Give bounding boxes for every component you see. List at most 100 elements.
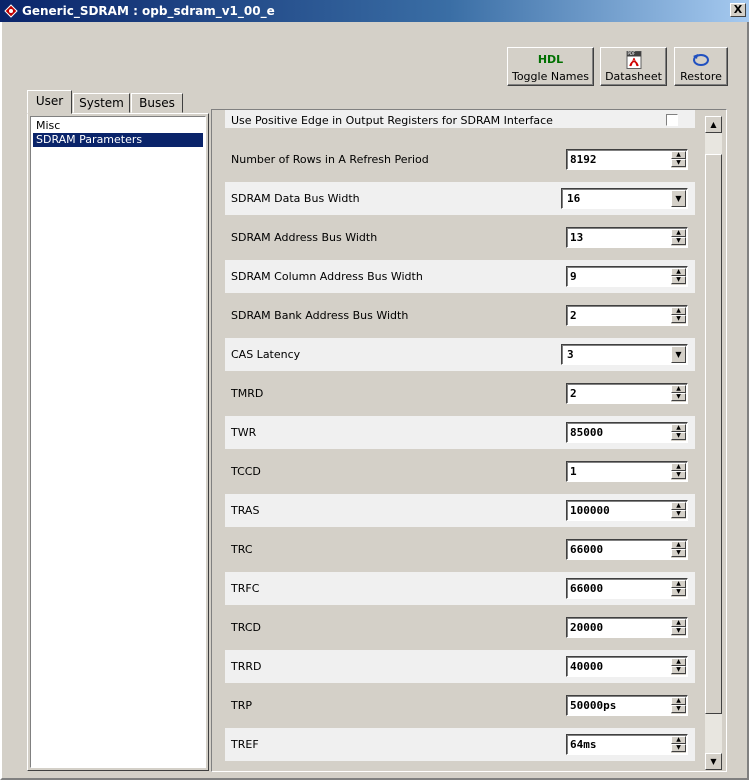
spinbox-arrows[interactable]: ▲ ▼ xyxy=(671,463,686,480)
param-label: SDRAM Address Bus Width xyxy=(231,231,378,244)
spinbox-arrows[interactable]: ▲ ▼ xyxy=(671,697,686,714)
spinbox-arrows[interactable]: ▲ ▼ xyxy=(671,502,686,519)
category-item-misc[interactable]: Misc xyxy=(33,119,203,133)
data-bus-width-select[interactable]: 16 ▼ xyxy=(561,188,688,209)
trfc-spinbox[interactable]: 66000 ▲ ▼ xyxy=(566,578,688,599)
tccd-spinbox[interactable]: 1 ▲ ▼ xyxy=(566,461,688,482)
tab-system[interactable]: System xyxy=(73,93,130,113)
hdl-icon: HDL xyxy=(537,53,564,66)
spin-up-icon[interactable]: ▲ xyxy=(671,658,686,666)
spin-up-icon[interactable]: ▲ xyxy=(671,463,686,471)
spin-down-icon[interactable]: ▼ xyxy=(671,393,686,401)
spinbox-value: 2 xyxy=(570,309,577,322)
tab-buses[interactable]: Buses xyxy=(131,93,183,113)
spin-down-icon[interactable]: ▼ xyxy=(671,627,686,635)
spin-down-icon[interactable]: ▼ xyxy=(671,549,686,557)
column-address-width-spinbox[interactable]: 9 ▲ ▼ xyxy=(566,266,688,287)
trcd-spinbox[interactable]: 20000 ▲ ▼ xyxy=(566,617,688,638)
spinbox-value: 9 xyxy=(570,270,577,283)
spinbox-arrows[interactable]: ▲ ▼ xyxy=(671,385,686,402)
trrd-spinbox[interactable]: 40000 ▲ ▼ xyxy=(566,656,688,677)
param-label: TRP xyxy=(231,699,252,712)
positive-edge-checkbox[interactable] xyxy=(666,114,678,126)
spin-up-icon[interactable]: ▲ xyxy=(671,385,686,393)
param-label: TRRD xyxy=(231,660,262,673)
spin-up-icon[interactable]: ▲ xyxy=(671,541,686,549)
spin-up-icon[interactable]: ▲ xyxy=(671,697,686,705)
toggle-names-button[interactable]: HDL Toggle Names xyxy=(507,47,594,86)
address-bus-width-spinbox[interactable]: 13 ▲ ▼ xyxy=(566,227,688,248)
spinbox-value: 2 xyxy=(570,387,577,400)
spinbox-arrows[interactable]: ▲ ▼ xyxy=(671,736,686,753)
spin-up-icon[interactable]: ▲ xyxy=(671,424,686,432)
spin-down-icon[interactable]: ▼ xyxy=(671,432,686,440)
spinbox-arrows[interactable]: ▲ ▼ xyxy=(671,424,686,441)
spin-down-icon[interactable]: ▼ xyxy=(671,237,686,245)
spin-down-icon[interactable]: ▼ xyxy=(671,588,686,596)
title-bar[interactable]: Generic_SDRAM : opb_sdram_v1_00_e X xyxy=(0,0,749,22)
param-label: TREF xyxy=(231,738,259,751)
spinbox-arrows[interactable]: ▲ ▼ xyxy=(671,619,686,636)
category-list[interactable]: Misc SDRAM Parameters xyxy=(30,116,206,768)
spin-up-icon[interactable]: ▲ xyxy=(671,580,686,588)
param-label: SDRAM Data Bus Width xyxy=(231,192,360,205)
spinbox-arrows[interactable]: ▲ ▼ xyxy=(671,541,686,558)
spinbox-arrows[interactable]: ▲ ▼ xyxy=(671,151,686,168)
spin-up-icon[interactable]: ▲ xyxy=(671,307,686,315)
vertical-scrollbar[interactable]: ▲ ▼ xyxy=(705,116,722,770)
spin-down-icon[interactable]: ▼ xyxy=(671,666,686,674)
spinbox-value: 1 xyxy=(570,465,577,478)
spin-up-icon[interactable]: ▲ xyxy=(671,619,686,627)
spin-up-icon[interactable]: ▲ xyxy=(671,502,686,510)
spinbox-value: 64ms xyxy=(570,738,597,751)
trc-spinbox[interactable]: 66000 ▲ ▼ xyxy=(566,539,688,560)
spin-down-icon[interactable]: ▼ xyxy=(671,159,686,167)
spinbox-arrows[interactable]: ▲ ▼ xyxy=(671,658,686,675)
refresh-rows-spinbox[interactable]: 8192 ▲ ▼ xyxy=(566,149,688,170)
spin-up-icon[interactable]: ▲ xyxy=(671,268,686,276)
restore-label: Restore xyxy=(680,70,722,83)
spin-down-icon[interactable]: ▼ xyxy=(671,315,686,323)
category-item-sdram-parameters[interactable]: SDRAM Parameters xyxy=(33,133,203,147)
tab-user[interactable]: User xyxy=(27,90,72,114)
scroll-up-icon[interactable]: ▲ xyxy=(705,116,722,133)
spinbox-arrows[interactable]: ▲ ▼ xyxy=(671,268,686,285)
scrollbar-thumb[interactable] xyxy=(705,154,722,714)
tref-spinbox[interactable]: 64ms ▲ ▼ xyxy=(566,734,688,755)
close-button[interactable]: X xyxy=(730,3,746,17)
spinbox-arrows[interactable]: ▲ ▼ xyxy=(671,307,686,324)
pdf-icon-text: PDF xyxy=(627,51,636,56)
param-label: Number of Rows in A Refresh Period xyxy=(231,153,429,166)
scroll-down-icon[interactable]: ▼ xyxy=(705,753,722,770)
param-row-twr: TWR 85000 ▲ ▼ xyxy=(225,416,695,449)
spin-down-icon[interactable]: ▼ xyxy=(671,744,686,752)
spin-up-icon[interactable]: ▲ xyxy=(671,151,686,159)
dropdown-arrow-icon[interactable]: ▼ xyxy=(671,190,686,207)
restore-button[interactable]: Restore xyxy=(674,47,728,86)
trp-spinbox[interactable]: 50000ps ▲ ▼ xyxy=(566,695,688,716)
spin-down-icon[interactable]: ▼ xyxy=(671,471,686,479)
dropdown-arrow-icon[interactable]: ▼ xyxy=(671,346,686,363)
param-label: TRAS xyxy=(231,504,260,517)
param-row-trp: TRP 50000ps ▲ ▼ xyxy=(225,689,695,722)
datasheet-button[interactable]: PDF Datasheet xyxy=(600,47,667,86)
param-row-positive-edge: Use Positive Edge in Output Registers fo… xyxy=(225,110,695,128)
param-label: TRCD xyxy=(231,621,261,634)
tmrd-spinbox[interactable]: 2 ▲ ▼ xyxy=(566,383,688,404)
spinbox-value: 13 xyxy=(570,231,584,244)
tab-buses-label: Buses xyxy=(139,96,175,110)
twr-spinbox[interactable]: 85000 ▲ ▼ xyxy=(566,422,688,443)
spinbox-arrows[interactable]: ▲ ▼ xyxy=(671,580,686,597)
cas-latency-select[interactable]: 3 ▼ xyxy=(561,344,688,365)
tab-user-label: User xyxy=(35,94,64,108)
spin-down-icon[interactable]: ▼ xyxy=(671,510,686,518)
spin-down-icon[interactable]: ▼ xyxy=(671,705,686,713)
category-panel: Misc SDRAM Parameters xyxy=(27,113,209,771)
spinbox-arrows[interactable]: ▲ ▼ xyxy=(671,229,686,246)
bank-address-width-spinbox[interactable]: 2 ▲ ▼ xyxy=(566,305,688,326)
spin-up-icon[interactable]: ▲ xyxy=(671,229,686,237)
spin-up-icon[interactable]: ▲ xyxy=(671,736,686,744)
param-row-tccd: TCCD 1 ▲ ▼ xyxy=(225,455,695,488)
spin-down-icon[interactable]: ▼ xyxy=(671,276,686,284)
tras-spinbox[interactable]: 100000 ▲ ▼ xyxy=(566,500,688,521)
